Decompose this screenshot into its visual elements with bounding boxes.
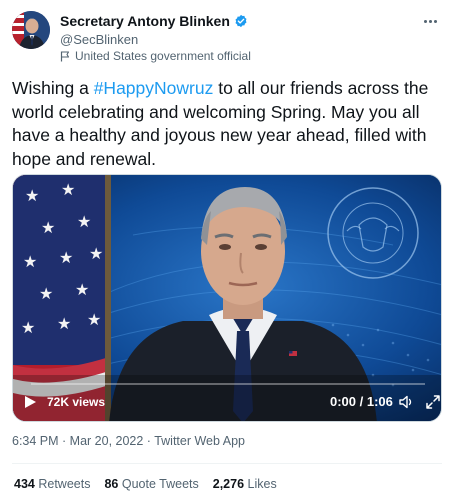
quote-tweets-label: Quote Tweets [121,477,199,491]
play-icon[interactable] [23,395,37,409]
svg-text:★: ★ [61,180,75,199]
quote-tweets-count: 86 [104,477,119,491]
video-progress-bar[interactable] [31,383,425,385]
likes-label: Likes [247,477,277,491]
svg-text:★: ★ [87,310,101,329]
retweets-label: Retweets [38,477,91,491]
svg-text:★: ★ [77,212,91,231]
retweets-stat[interactable]: 434 Retweets [14,477,90,491]
svg-text:★: ★ [57,314,71,333]
verified-badge-icon [234,14,248,28]
likes-count: 2,276 [212,477,245,491]
video-player[interactable]: ★ ★ ★ ★ ★ ★ ★ ★ ★ ★ ★ ★ 72K views 0:00 /… [12,174,442,422]
tweet-text-before: Wishing a [12,78,94,98]
svg-text:★: ★ [23,252,37,271]
author-handle[interactable]: @SecBlinken [60,32,138,47]
government-label[interactable]: United States government official [60,49,251,63]
author-display-name[interactable]: Secretary Antony Blinken [60,13,230,29]
hashtag-link[interactable]: #HappyNowruz [94,78,214,98]
flag-icon [60,50,70,62]
svg-text:★: ★ [41,218,55,237]
svg-text:★: ★ [25,186,39,205]
tweet-text: Wishing a #HappyNowruz to all our friend… [12,77,444,171]
video-views: 72K views [47,395,106,409]
tweet-header: Secretary Antony Blinken @SecBlinken Uni… [12,11,442,65]
video-time: 0:00 / 1:06 [330,394,393,409]
quote-tweets-stat[interactable]: 86 Quote Tweets [104,477,198,491]
video-controls: 72K views 0:00 / 1:06 [13,383,441,421]
svg-text:★: ★ [89,244,103,263]
tweet-stats: 434 Retweets 86 Quote Tweets 2,276 Likes [14,477,277,491]
svg-text:★: ★ [75,280,89,299]
svg-text:★: ★ [21,318,35,337]
author-name-row[interactable]: Secretary Antony Blinken [60,13,248,29]
svg-text:★: ★ [59,248,73,267]
volume-icon[interactable] [398,394,414,410]
expand-icon[interactable] [425,394,441,410]
svg-text:★: ★ [39,284,53,303]
avatar[interactable] [12,11,50,49]
tweet-timestamp[interactable]: 6:34 PM · Mar 20, 2022 · Twitter Web App [12,434,245,448]
retweets-count: 434 [14,477,35,491]
more-options-icon[interactable] [420,13,440,29]
likes-stat[interactable]: 2,276 Likes [213,477,277,491]
government-label-text: United States government official [75,49,251,63]
divider [12,463,442,464]
